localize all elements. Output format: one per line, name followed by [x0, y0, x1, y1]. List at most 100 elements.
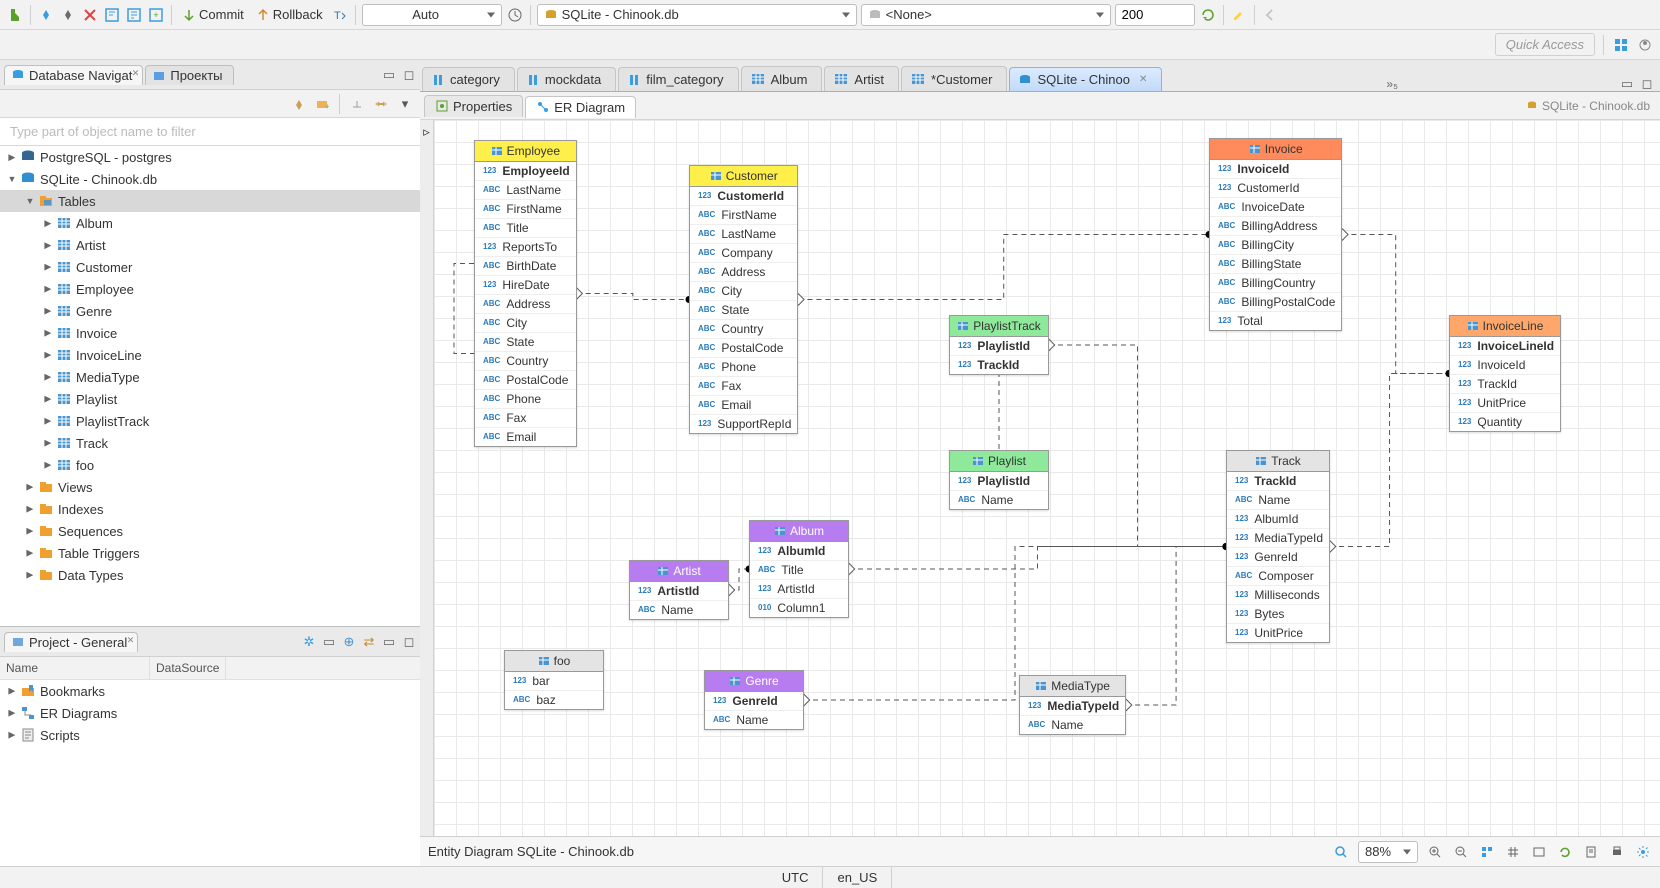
- project-item[interactable]: ER Diagrams: [0, 702, 420, 724]
- maximize-icon[interactable]: ◻: [1640, 77, 1654, 91]
- execute-icon[interactable]: [1199, 6, 1217, 24]
- tree-toggle-icon[interactable]: [24, 569, 36, 581]
- tabs-overflow[interactable]: »₅: [1380, 77, 1404, 91]
- tree-node[interactable]: Sequences: [0, 520, 420, 542]
- er-column[interactable]: ABCCountry: [690, 319, 797, 338]
- er-column[interactable]: 123InvoiceLineId: [1450, 337, 1560, 355]
- editor-tab[interactable]: film_category: [618, 67, 738, 91]
- disconnect-icon[interactable]: [59, 6, 77, 24]
- er-table-header[interactable]: InvoiceLine: [1450, 316, 1560, 337]
- row-limit-input[interactable]: [1115, 4, 1195, 26]
- new-sql-icon[interactable]: +: [147, 6, 165, 24]
- tree-toggle-icon[interactable]: [24, 195, 36, 207]
- settings-icon[interactable]: [1634, 843, 1652, 861]
- maximize-icon[interactable]: ◻: [402, 635, 416, 649]
- er-column[interactable]: 123AlbumId: [1227, 509, 1329, 528]
- er-column[interactable]: 123Bytes: [1227, 604, 1329, 623]
- tree-node[interactable]: PostgreSQL - postgres: [0, 146, 420, 168]
- er-table-employee[interactable]: Employee123EmployeeIdABCLastNameABCFirst…: [474, 140, 577, 447]
- er-column[interactable]: 123EmployeeId: [475, 162, 576, 180]
- er-column[interactable]: ABCLastName: [475, 180, 576, 199]
- project-item[interactable]: Bookmarks: [0, 680, 420, 702]
- er-column[interactable]: ABCCompany: [690, 243, 797, 262]
- er-column[interactable]: 123TrackId: [1227, 472, 1329, 490]
- commit-button[interactable]: Commit: [178, 7, 248, 22]
- er-column[interactable]: ABCName: [630, 600, 728, 619]
- tree-node[interactable]: Employee: [0, 278, 420, 300]
- tree-node[interactable]: Indexes: [0, 498, 420, 520]
- tree-toggle-icon[interactable]: [6, 729, 18, 741]
- er-table-header[interactable]: Playlist: [950, 451, 1048, 472]
- er-column[interactable]: 123MediaTypeId: [1020, 697, 1125, 715]
- er-table-foo[interactable]: foo123barABCbaz: [504, 650, 604, 710]
- er-column[interactable]: ABCName: [1227, 490, 1329, 509]
- er-table-header[interactable]: MediaType: [1020, 676, 1125, 697]
- properties-subtab[interactable]: Properties: [424, 95, 523, 117]
- collapse-all-icon[interactable]: ▭: [322, 635, 336, 649]
- project-item[interactable]: Scripts: [0, 724, 420, 746]
- tree-node[interactable]: foo: [0, 454, 420, 476]
- tree-toggle-icon[interactable]: [42, 349, 54, 361]
- tree-toggle-icon[interactable]: [6, 707, 18, 719]
- er-column[interactable]: ABCPostalCode: [690, 338, 797, 357]
- tree-toggle-icon[interactable]: [6, 151, 18, 163]
- er-column[interactable]: ABCAddress: [690, 262, 797, 281]
- filter-input[interactable]: [0, 118, 420, 145]
- er-column[interactable]: 010Column1: [750, 598, 848, 617]
- er-column[interactable]: 123PlaylistId: [950, 472, 1048, 490]
- er-column[interactable]: 123AlbumId: [750, 542, 848, 560]
- tree-node[interactable]: Artist: [0, 234, 420, 256]
- er-column[interactable]: ABCInvoiceDate: [1210, 197, 1341, 216]
- er-table-customer[interactable]: Customer123CustomerIdABCFirstNameABCLast…: [689, 165, 798, 434]
- er-column[interactable]: ABCAddress: [475, 294, 576, 313]
- add-icon[interactable]: ⊕: [342, 635, 356, 649]
- tree-node[interactable]: Playlist: [0, 388, 420, 410]
- tree-toggle-icon[interactable]: [42, 459, 54, 471]
- er-column[interactable]: ABCbaz: [505, 690, 603, 709]
- tree-toggle-icon[interactable]: [42, 217, 54, 229]
- tree-node[interactable]: Data Types: [0, 564, 420, 586]
- er-table-invoice[interactable]: Invoice123InvoiceId123CustomerIdABCInvoi…: [1209, 138, 1342, 331]
- er-column[interactable]: 123InvoiceId: [1210, 160, 1341, 178]
- er-column[interactable]: ABCLastName: [690, 224, 797, 243]
- er-column[interactable]: ABCTitle: [750, 560, 848, 579]
- er-column[interactable]: 123UnitPrice: [1227, 623, 1329, 642]
- er-column[interactable]: ABCName: [1020, 715, 1125, 734]
- navigator-tab[interactable]: Database Navigat ✕: [4, 65, 143, 85]
- er-column[interactable]: ABCState: [690, 300, 797, 319]
- tree-toggle-icon[interactable]: [6, 685, 18, 697]
- tree-toggle-icon[interactable]: [6, 173, 18, 185]
- er-table-header[interactable]: Album: [750, 521, 848, 542]
- er-column[interactable]: 123bar: [505, 672, 603, 690]
- tree-node[interactable]: SQLite - Chinook.db: [0, 168, 420, 190]
- er-column[interactable]: ABCCity: [690, 281, 797, 300]
- er-column[interactable]: ABCFirstName: [690, 205, 797, 224]
- er-column[interactable]: 123ArtistId: [750, 579, 848, 598]
- er-table-header[interactable]: Customer: [690, 166, 797, 187]
- link-icon[interactable]: [372, 95, 390, 113]
- tree-toggle-icon[interactable]: [42, 305, 54, 317]
- er-column[interactable]: ABCEmail: [475, 427, 576, 446]
- plug-icon[interactable]: [289, 95, 307, 113]
- gear-icon[interactable]: ✲: [302, 635, 316, 649]
- er-column[interactable]: 123ReportsTo: [475, 237, 576, 256]
- new-connection-icon[interactable]: [6, 6, 24, 24]
- er-column[interactable]: ABCFax: [475, 408, 576, 427]
- er-column[interactable]: ABCComposer: [1227, 566, 1329, 585]
- status-locale[interactable]: en_US: [823, 867, 892, 888]
- er-column[interactable]: 123CustomerId: [1210, 178, 1341, 197]
- diagram-canvas[interactable]: Employee123EmployeeIdABCLastNameABCFirst…: [434, 120, 1660, 836]
- er-column[interactable]: 123GenreId: [705, 692, 803, 710]
- highlight-icon[interactable]: [1230, 6, 1248, 24]
- back-icon[interactable]: [1261, 6, 1279, 24]
- editor-tab[interactable]: SQLite - Chinoo✕: [1009, 67, 1162, 91]
- export-icon[interactable]: [1582, 843, 1600, 861]
- minimize-icon[interactable]: ▭: [382, 68, 396, 82]
- er-column[interactable]: ABCFirstName: [475, 199, 576, 218]
- schema-select[interactable]: <None>: [861, 4, 1111, 26]
- er-column[interactable]: ABCCountry: [475, 351, 576, 370]
- zoom-out-icon[interactable]: [1452, 843, 1470, 861]
- er-column[interactable]: ABCName: [950, 490, 1048, 509]
- er-table-playlisttrack[interactable]: PlaylistTrack123PlaylistId123TrackId: [949, 315, 1049, 375]
- collapse-icon[interactable]: [348, 95, 366, 113]
